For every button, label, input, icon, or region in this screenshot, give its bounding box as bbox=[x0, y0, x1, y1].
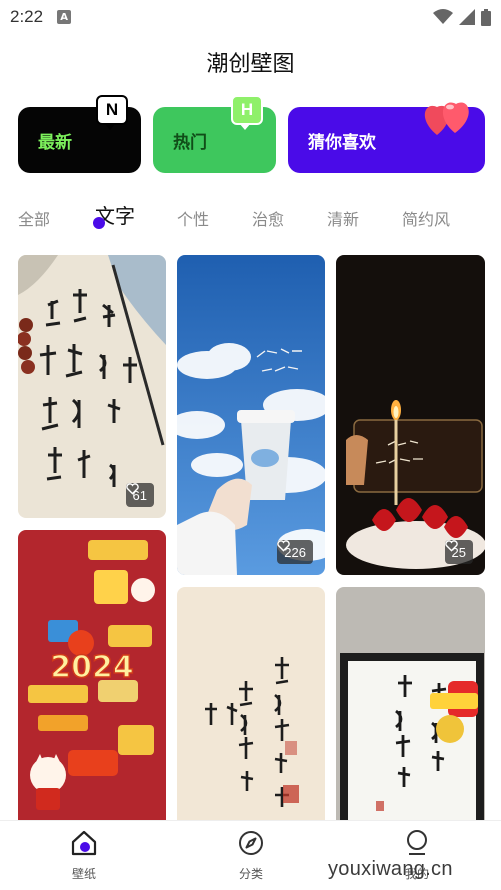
wallpaper-card[interactable]: 25 bbox=[336, 255, 485, 575]
page-title: 潮创壁图 bbox=[206, 52, 295, 77]
status-bar: 2:22 A bbox=[0, 0, 501, 34]
wallpaper-image bbox=[177, 255, 325, 575]
active-tab-indicator bbox=[93, 217, 105, 229]
wallpaper-image bbox=[336, 587, 485, 820]
status-indicators bbox=[433, 8, 491, 26]
guess-you-like-label: 猜你喜欢 bbox=[308, 132, 376, 153]
home-icon bbox=[71, 830, 97, 856]
tab-minimal[interactable]: 简约风 bbox=[402, 206, 450, 230]
signal-icon bbox=[459, 9, 475, 25]
wallpaper-image bbox=[336, 255, 485, 575]
nav-wallpaper[interactable]: 壁纸 bbox=[44, 829, 124, 882]
wallpaper-card[interactable]: 2024 bbox=[18, 530, 166, 820]
heart-outline-icon bbox=[277, 540, 291, 552]
wifi-icon bbox=[433, 9, 453, 24]
hearts-icon bbox=[424, 102, 469, 135]
nav-category[interactable]: 分类 bbox=[211, 829, 291, 882]
watermark: youxiwang.cn bbox=[328, 858, 453, 880]
like-badge[interactable]: 226 bbox=[277, 540, 313, 564]
tab-healing[interactable]: 治愈 bbox=[252, 206, 284, 230]
wallpaper-image bbox=[18, 255, 166, 518]
wallpaper-grid: 61 226 25 2024 bbox=[18, 255, 485, 820]
user-icon bbox=[407, 830, 427, 855]
new-badge-icon: N bbox=[96, 95, 128, 130]
wallpaper-card[interactable] bbox=[336, 587, 485, 820]
app-notification-icon: A bbox=[57, 10, 72, 24]
poster-year: 2024 bbox=[50, 650, 134, 685]
status-time: 2:22 bbox=[10, 7, 44, 26]
nav-wallpaper-label: 壁纸 bbox=[71, 867, 96, 881]
tab-personality[interactable]: 个性 bbox=[177, 206, 209, 230]
hot-badge-icon: H bbox=[231, 95, 263, 130]
nav-category-label: 分类 bbox=[238, 867, 263, 881]
like-badge[interactable]: 25 bbox=[444, 540, 473, 564]
wallpaper-image bbox=[177, 587, 325, 820]
wallpaper-card[interactable]: 226 bbox=[177, 255, 325, 575]
battery-icon bbox=[481, 8, 491, 26]
tab-fresh[interactable]: 清新 bbox=[327, 206, 359, 230]
feature-cards: 最新 N 热门 H 猜你喜欢 bbox=[18, 95, 485, 173]
latest-card-label: 最新 bbox=[38, 132, 72, 153]
tab-all[interactable]: 全部 bbox=[18, 206, 50, 230]
wallpaper-card[interactable] bbox=[177, 587, 325, 820]
compass-icon bbox=[239, 831, 263, 855]
like-badge[interactable]: 61 bbox=[125, 483, 154, 507]
heart-outline-icon bbox=[444, 540, 458, 552]
heart-outline-icon bbox=[125, 483, 139, 495]
wallpaper-card[interactable]: 61 bbox=[18, 255, 166, 518]
wallpaper-image: 2024 bbox=[18, 530, 166, 820]
category-tabs: 全部 文字 个性 治愈 清新 简约风 bbox=[0, 196, 501, 236]
hot-card-label: 热门 bbox=[173, 132, 207, 153]
